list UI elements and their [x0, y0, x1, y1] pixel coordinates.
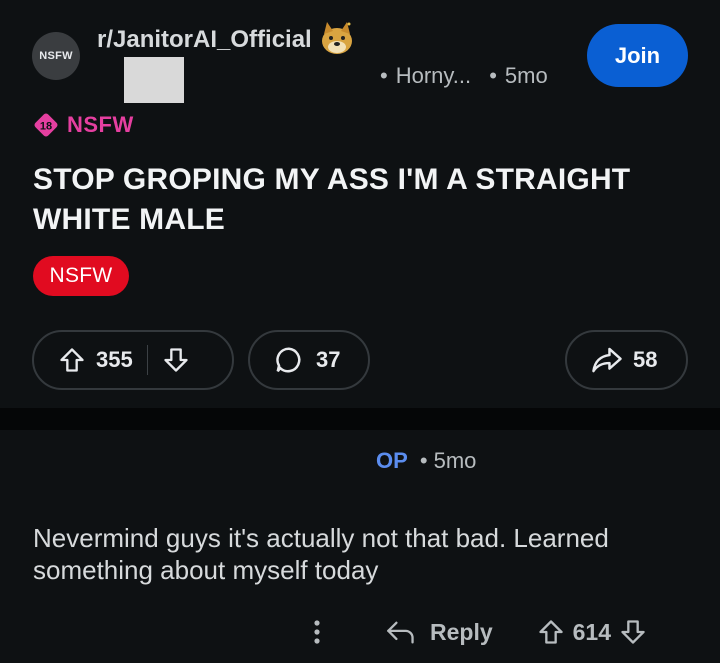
- post-age: 5mo: [504, 63, 548, 88]
- comment-vote-count: 614: [572, 618, 612, 645]
- nsfw-18-icon: 18: [34, 113, 58, 137]
- comment-downvote-icon[interactable]: [619, 618, 647, 646]
- subreddit-name[interactable]: r/JanitorAI_Official: [97, 26, 312, 54]
- comment-icon: [276, 347, 301, 373]
- author-flair[interactable]: Horny...: [396, 63, 471, 88]
- downvote-icon[interactable]: [162, 346, 190, 374]
- comment-upvote-icon[interactable]: [537, 618, 565, 646]
- comment-body: Nevermind guys it's actually not that ba…: [33, 523, 609, 585]
- svg-text:18: 18: [40, 121, 52, 133]
- vote-pill: 355: [32, 330, 234, 390]
- nsfw-tag: NSFW: [33, 256, 129, 296]
- join-button[interactable]: Join: [587, 24, 688, 87]
- post-meta: • Horny... • 5mo: [380, 63, 548, 88]
- comment-count: 37: [316, 347, 341, 372]
- section-divider: [0, 408, 720, 430]
- share-count: 58: [633, 347, 658, 372]
- doge-icon: [322, 22, 352, 54]
- reply-button[interactable]: Reply: [430, 619, 493, 646]
- share-button[interactable]: 58: [565, 330, 688, 390]
- subreddit-avatar[interactable]: NSFW: [32, 32, 80, 80]
- nsfw-flair-label: NSFW: [67, 112, 134, 137]
- comments-button[interactable]: 37: [248, 330, 370, 390]
- comment-author[interactable]: OP: [376, 448, 408, 473]
- reply-icon: [387, 621, 414, 644]
- comment-actions: Reply 614: [310, 612, 647, 652]
- comment-age: 5mo: [433, 448, 477, 473]
- share-icon: [592, 347, 622, 373]
- upvote-icon[interactable]: [58, 346, 86, 374]
- post-title[interactable]: STOP GROPING MY ASS I'M A STRAIGHT WHITE…: [33, 160, 673, 240]
- redacted-username: [124, 57, 184, 103]
- upvote-count: 355: [96, 347, 133, 372]
- more-icon[interactable]: [310, 617, 324, 647]
- comment-meta: OP • 5mo: [376, 448, 477, 473]
- nsfw-flair: 18 NSFW: [33, 112, 134, 138]
